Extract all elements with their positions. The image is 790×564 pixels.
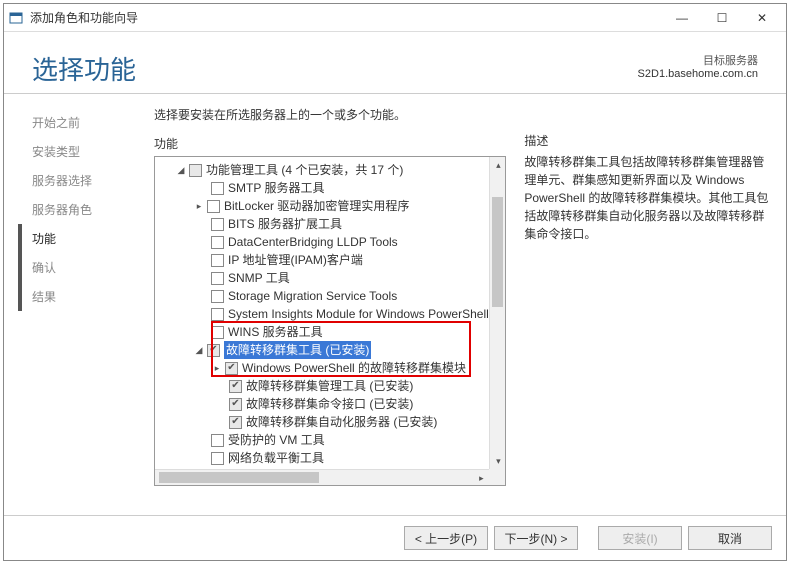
expander-right-icon[interactable]: ▸: [211, 359, 223, 377]
expander-down-icon[interactable]: ◢: [175, 485, 187, 486]
target-value: S2D1.basehome.com.cn: [638, 68, 758, 80]
tree-group-role-admin[interactable]: ◢ 角色管理工具 (1 个已安装，共 27 个): [157, 485, 503, 486]
nav-server-roles[interactable]: 服务器角色: [32, 195, 144, 224]
checkbox[interactable]: [211, 326, 224, 339]
cancel-button[interactable]: 取消: [688, 526, 772, 550]
checkbox[interactable]: [229, 398, 242, 411]
tree-item[interactable]: WINS 服务器工具: [157, 323, 503, 341]
features-tree[interactable]: ◢ 功能管理工具 (4 个已安装，共 17 个) SMTP 服务器工具 ▸ Bit…: [154, 156, 506, 486]
tree-label: Windows PowerShell 的故障转移群集模块: [242, 359, 466, 377]
nav-features[interactable]: 功能: [32, 224, 144, 253]
tree-label: 故障转移群集工具 (已安装): [224, 341, 371, 359]
tree-item[interactable]: DataCenterBridging LLDP Tools: [157, 233, 503, 251]
vertical-scrollbar[interactable]: ▴ ▾: [489, 157, 505, 469]
tree-item[interactable]: 受防护的 VM 工具: [157, 431, 503, 449]
checkbox[interactable]: [225, 362, 238, 375]
wizard-window: 添加角色和功能向导 — ☐ ✕ 选择功能 目标服务器 S2D1.basehome…: [3, 3, 787, 561]
expander-right-icon[interactable]: ▸: [193, 197, 205, 215]
tree-label: SMTP 服务器工具: [228, 179, 324, 197]
tree-item[interactable]: Storage Migration Service Tools: [157, 287, 503, 305]
checkbox[interactable]: [207, 200, 220, 213]
nav-install-type[interactable]: 安装类型: [32, 137, 144, 166]
tree-label: 故障转移群集管理工具 (已安装): [246, 377, 413, 395]
page-title: 选择功能: [32, 50, 136, 87]
description-label: 描述: [524, 132, 776, 149]
tree-item[interactable]: 网络负载平衡工具: [157, 449, 503, 467]
tree-group-failover[interactable]: ◢ 故障转移群集工具 (已安装): [157, 341, 503, 359]
tree-item[interactable]: BITS 服务器扩展工具: [157, 215, 503, 233]
scrollbar-thumb[interactable]: [492, 197, 503, 307]
nav-server-select[interactable]: 服务器选择: [32, 166, 144, 195]
tree-label: IP 地址管理(IPAM)客户端: [228, 251, 363, 269]
tree-label: WINS 服务器工具: [228, 323, 323, 341]
instruction-text: 选择要安装在所选服务器上的一个或多个功能。: [154, 106, 506, 123]
tree-label: 功能管理工具 (4 个已安装，共 17 个): [206, 161, 403, 179]
scrollbar-corner: [489, 469, 505, 485]
tree-item[interactable]: ▸ BitLocker 驱动器加密管理实用程序: [157, 197, 503, 215]
scrollbar-thumb[interactable]: [159, 472, 319, 483]
tree-label: 故障转移群集自动化服务器 (已安装): [246, 413, 437, 431]
wizard-nav: 开始之前 安装类型 服务器选择 服务器角色 功能 确认 结果: [4, 94, 144, 515]
minimize-button[interactable]: —: [662, 6, 702, 30]
maximize-button[interactable]: ☐: [702, 6, 742, 30]
tree-label: Storage Migration Service Tools: [228, 287, 397, 305]
description-text: 故障转移群集工具包括故障转移群集管理器管理单元、群集感知更新界面以及 Windo…: [524, 153, 776, 243]
checkbox[interactable]: [207, 344, 220, 357]
tree-item[interactable]: SNMP 工具: [157, 269, 503, 287]
checkbox[interactable]: [229, 380, 242, 393]
checkbox[interactable]: [189, 164, 202, 177]
expander-down-icon[interactable]: ◢: [175, 161, 187, 179]
previous-button[interactable]: < 上一步(P): [404, 526, 488, 550]
tree-item[interactable]: ▸ Windows PowerShell 的故障转移群集模块: [157, 359, 503, 377]
horizontal-scrollbar[interactable]: ◂ ▸: [155, 469, 489, 485]
wizard-header: 选择功能 目标服务器 S2D1.basehome.com.cn: [4, 32, 786, 94]
checkbox[interactable]: [229, 416, 242, 429]
checkbox[interactable]: [211, 254, 224, 267]
install-button[interactable]: 安装(I): [598, 526, 682, 550]
checkbox[interactable]: [211, 182, 224, 195]
tree-label: BitLocker 驱动器加密管理实用程序: [224, 197, 409, 215]
nav-before-you-begin[interactable]: 开始之前: [32, 108, 144, 137]
tree-label: 网络负载平衡工具: [228, 449, 324, 467]
titlebar: 添加角色和功能向导 — ☐ ✕: [4, 4, 786, 32]
checkbox[interactable]: [211, 290, 224, 303]
tree-label: SNMP 工具: [228, 269, 290, 287]
checkbox[interactable]: [211, 218, 224, 231]
next-button[interactable]: 下一步(N) >: [494, 526, 578, 550]
target-label: 目标服务器: [638, 52, 758, 68]
tree-label: 故障转移群集命令接口 (已安装): [246, 395, 413, 413]
nav-results[interactable]: 结果: [32, 282, 144, 311]
checkbox[interactable]: [211, 272, 224, 285]
tree-label: 角色管理工具 (1 个已安装，共 27 个): [206, 485, 403, 486]
tree-item[interactable]: 故障转移群集自动化服务器 (已安装): [157, 413, 503, 431]
tree-group-feature-admin[interactable]: ◢ 功能管理工具 (4 个已安装，共 17 个): [157, 161, 503, 179]
tree-label: 受防护的 VM 工具: [228, 431, 325, 449]
close-button[interactable]: ✕: [742, 6, 782, 30]
checkbox[interactable]: [211, 236, 224, 249]
nav-confirm[interactable]: 确认: [32, 253, 144, 282]
tree-item[interactable]: IP 地址管理(IPAM)客户端: [157, 251, 503, 269]
tree-item[interactable]: System Insights Module for Windows Power…: [157, 305, 503, 323]
tree-item[interactable]: 故障转移群集管理工具 (已安装): [157, 377, 503, 395]
checkbox[interactable]: [211, 308, 224, 321]
tree-label: BITS 服务器扩展工具: [228, 215, 342, 233]
app-icon: [8, 10, 24, 26]
scroll-up-icon[interactable]: ▴: [490, 157, 506, 173]
tree-label: DataCenterBridging LLDP Tools: [228, 233, 398, 251]
checkbox[interactable]: [211, 434, 224, 447]
expander-down-icon[interactable]: ◢: [193, 341, 205, 359]
features-label: 功能: [154, 135, 506, 152]
tree-item[interactable]: SMTP 服务器工具: [157, 179, 503, 197]
scroll-right-icon[interactable]: ▸: [473, 470, 489, 486]
target-server: 目标服务器 S2D1.basehome.com.cn: [638, 50, 758, 80]
wizard-footer: < 上一步(P) 下一步(N) > 安装(I) 取消: [4, 515, 786, 560]
tree-item[interactable]: 故障转移群集命令接口 (已安装): [157, 395, 503, 413]
scroll-down-icon[interactable]: ▾: [490, 453, 506, 469]
tree-label: System Insights Module for Windows Power…: [228, 305, 489, 323]
window-title: 添加角色和功能向导: [30, 9, 662, 26]
checkbox[interactable]: [211, 452, 224, 465]
